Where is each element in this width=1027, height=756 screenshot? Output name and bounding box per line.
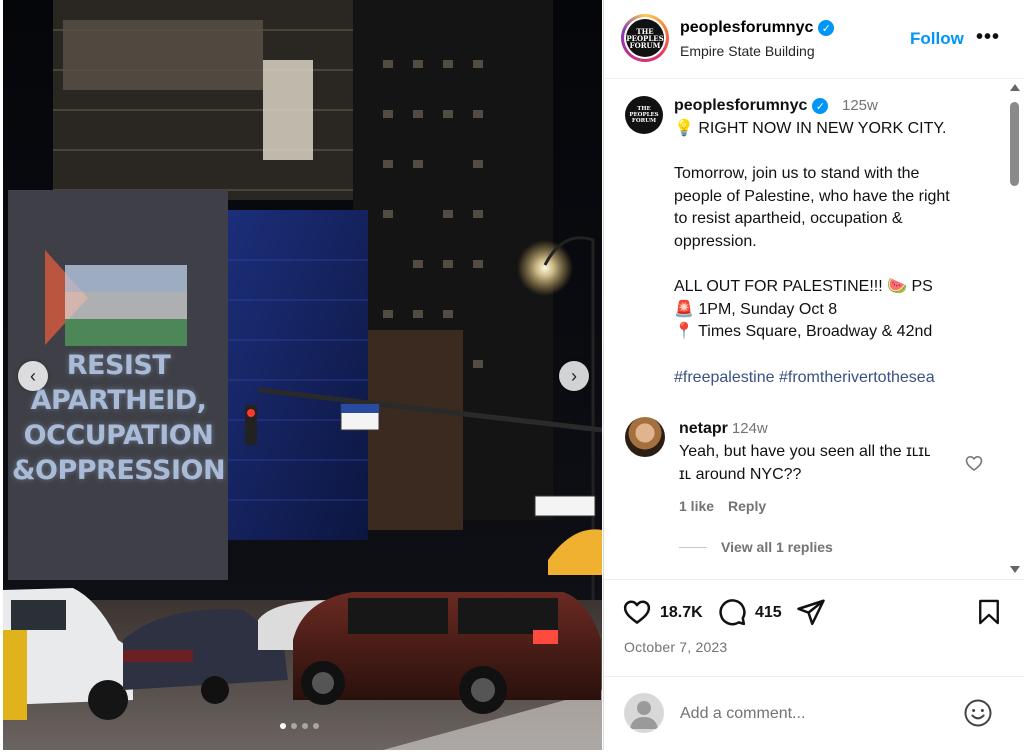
add-comment-bar xyxy=(604,676,1024,750)
comment-header: netapr 124w xyxy=(679,420,768,438)
view-replies-label: View all 1 replies xyxy=(721,539,833,555)
projection-line: OCCUPATION xyxy=(23,420,214,451)
comment-like-count[interactable]: 1 like xyxy=(679,498,714,514)
caption-line: Tomorrow, join us to stand with the xyxy=(674,165,920,183)
follow-button[interactable]: Follow xyxy=(910,29,964,49)
like-count[interactable]: 18.7K xyxy=(660,604,703,622)
author-username-row: peoplesforumnyc ✓ xyxy=(680,19,835,37)
view-replies-button[interactable]: View all 1 replies xyxy=(679,539,833,555)
logo-text: FORUM xyxy=(629,40,661,50)
carousel-dot xyxy=(280,723,286,729)
post-details-pane: THE PEOPLES FORUM peoplesforumnyc ✓ Empi… xyxy=(603,0,1024,750)
comment-line: Yeah, but have you seen all the ɪʟɪʟ xyxy=(679,443,931,460)
hashtag-link[interactable]: #fromtherivertothesea xyxy=(779,369,935,386)
caption-line: oppression. xyxy=(674,232,757,250)
caption-username-row: peoplesforumnyc ✓ xyxy=(674,97,829,115)
logo-text: FORUM xyxy=(631,118,657,124)
hashtag-row: #freepalestine #fromtherivertothesea xyxy=(674,367,989,390)
comment-text: Yeah, but have you seen all the ɪʟɪʟ ɪʟ … xyxy=(679,441,969,486)
caption-line: people of Palestine, who have the right xyxy=(674,187,950,205)
emoji-icon[interactable] xyxy=(963,698,993,728)
next-slide-button[interactable]: › xyxy=(559,361,589,391)
instagram-post-modal: RESIST APARTHEID, OCCUPATION &OPPRESSION… xyxy=(0,0,1027,756)
comment-heart-icon[interactable] xyxy=(964,453,984,473)
share-icon[interactable] xyxy=(796,597,826,627)
hashtag-link[interactable]: #freepalestine xyxy=(674,369,775,386)
carousel-dots xyxy=(280,723,319,729)
projection-line: APARTHEID, xyxy=(30,385,207,416)
caption-line: to resist apartheid, occupation & xyxy=(674,210,903,228)
commenter-avatar[interactable] xyxy=(625,417,665,457)
scroll-up-icon[interactable] xyxy=(1010,84,1020,91)
chevron-left-icon: ‹ xyxy=(30,365,36,386)
author-avatar[interactable]: THE PEOPLES FORUM xyxy=(621,14,669,62)
comments-scrollbar[interactable] xyxy=(1007,80,1021,578)
commenter-username[interactable]: netapr xyxy=(679,420,728,437)
reply-button[interactable]: Reply xyxy=(728,498,766,514)
heart-icon[interactable] xyxy=(622,597,652,627)
post-actions: 18.7K 415 October 7, 2023 xyxy=(604,579,1024,679)
caption-line: 📍 Times Square, Broadway & 42nd xyxy=(674,323,933,341)
comment-line: ɪʟ around NYC?? xyxy=(679,465,802,483)
caption-line: 🚨 1PM, Sunday Oct 8 xyxy=(674,300,838,318)
peoples-forum-logo: THE PEOPLES FORUM xyxy=(626,19,664,57)
post-date[interactable]: October 7, 2023 xyxy=(624,639,727,655)
divider-line xyxy=(679,546,707,548)
peoples-forum-logo: THE PEOPLES FORUM xyxy=(625,96,663,134)
post-header: THE PEOPLES FORUM peoplesforumnyc ✓ Empi… xyxy=(604,0,1024,79)
scrollbar-thumb[interactable] xyxy=(1010,102,1019,186)
author-username[interactable]: peoplesforumnyc xyxy=(680,19,813,37)
more-options-icon[interactable]: ••• xyxy=(976,26,1000,49)
caption-line: ALL OUT FOR PALESTINE!!! 🍉 PS xyxy=(674,278,933,296)
previous-slide-button[interactable]: ‹ xyxy=(18,361,48,391)
bookmark-icon[interactable] xyxy=(975,597,1003,627)
default-user-icon xyxy=(630,701,658,729)
caption-author-avatar[interactable]: THE PEOPLES FORUM xyxy=(625,96,663,134)
post-location[interactable]: Empire State Building xyxy=(680,43,815,59)
projection-line: &OPPRESSION xyxy=(11,455,226,486)
carousel-dot xyxy=(302,723,308,729)
caption-line: 💡 RIGHT NOW IN NEW YORK CITY. xyxy=(674,120,947,137)
verified-badge-icon: ✓ xyxy=(812,98,829,114)
comment-icon[interactable] xyxy=(717,597,747,627)
comment-count[interactable]: 415 xyxy=(755,604,782,622)
carousel-dot xyxy=(313,723,319,729)
caption-username[interactable]: peoplesforumnyc xyxy=(674,97,807,115)
verified-badge-icon: ✓ xyxy=(818,20,835,36)
carousel-dot xyxy=(291,723,297,729)
caption-text: 💡 RIGHT NOW IN NEW YORK CITY. Tomorrow, … xyxy=(674,118,989,389)
comment-timestamp[interactable]: 124w xyxy=(732,420,768,437)
scroll-down-icon[interactable] xyxy=(1010,566,1020,573)
chevron-right-icon: › xyxy=(571,365,577,386)
post-photo: RESIST APARTHEID, OCCUPATION &OPPRESSION… xyxy=(3,0,602,750)
current-user-avatar xyxy=(624,693,664,733)
add-comment-input[interactable] xyxy=(680,701,950,727)
caption-timestamp[interactable]: 125w xyxy=(842,97,878,114)
comments-section: THE PEOPLES FORUM peoplesforumnyc ✓ 125w… xyxy=(604,80,1024,578)
